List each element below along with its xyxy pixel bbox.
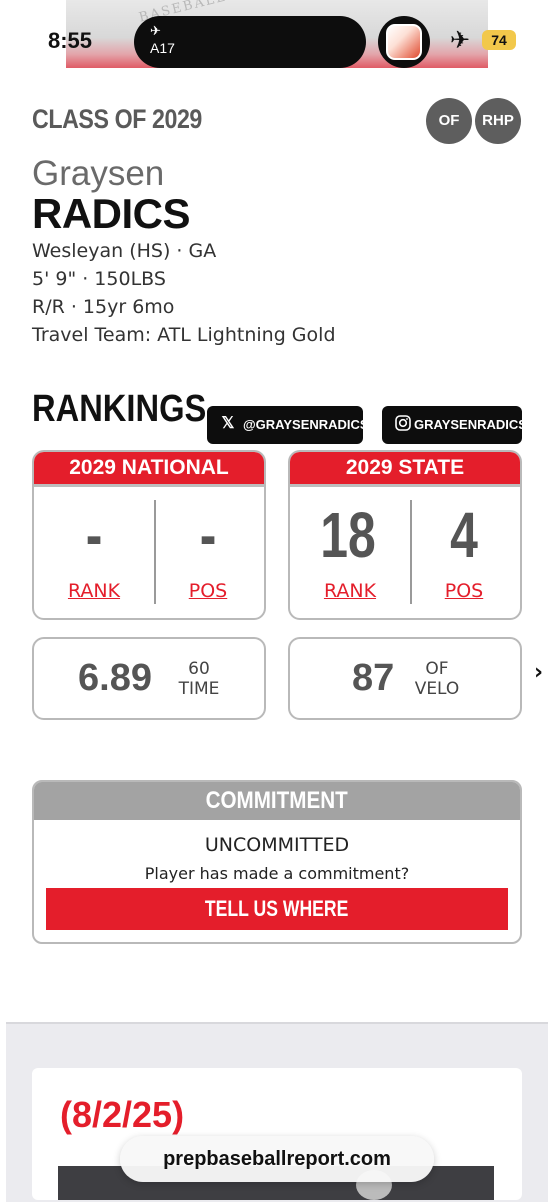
player-bats-throws-age: R/R · 15yr 6mo [32, 296, 175, 318]
rankings-title: RANKINGS [32, 388, 207, 430]
instagram-social-button[interactable]: GRAYSENRADICS [382, 406, 527, 444]
national-pos-value: - [199, 499, 217, 571]
stat-value-60-time: 6.89 [78, 657, 152, 699]
chevron-right-icon[interactable]: › [534, 660, 543, 685]
national-rank-link[interactable]: RANK [36, 580, 152, 602]
stat-label-of-velo: OF VELO [402, 659, 472, 699]
national-ranking-title: 2029 NATIONAL [34, 452, 264, 487]
player-school: Wesleyan (HS) · GA [32, 240, 217, 262]
class-of-label: CLASS OF 2029 [32, 104, 202, 134]
position-badge-of: OF [426, 98, 472, 144]
battery-indicator: 74 [482, 30, 516, 50]
state-pos-value: 4 [450, 499, 478, 571]
stat-label-line2: VELO [414, 679, 460, 699]
airplane-mode-icon: ✈ [450, 26, 471, 54]
state-rank-value: 18 [320, 499, 376, 571]
x-social-button[interactable]: 𝕏 @GRAYSENRADICS [207, 406, 369, 444]
flight-label: A17 [150, 40, 175, 56]
commitment-title-text: COMMITMENT [205, 787, 349, 814]
flight-icon: ✈ [150, 24, 161, 39]
state-pos-link[interactable]: POS [406, 580, 520, 602]
x-logo-icon: 𝕏 [221, 415, 235, 432]
tell-us-where-button[interactable]: TELL US WHERE [46, 888, 508, 930]
commitment-card: COMMITMENT UNCOMMITTED Player has made a… [32, 780, 522, 944]
national-ranking-card: 2029 NATIONAL - - RANK POS [32, 450, 266, 620]
commitment-status: UNCOMMITTED [204, 834, 350, 856]
state-rank-link[interactable]: RANK [292, 580, 408, 602]
x-handle: @GRAYSENRADICS [243, 417, 369, 432]
news-date: (8/2/25) [60, 1094, 185, 1135]
commitment-title: COMMITMENT [34, 782, 520, 820]
app-icon [386, 24, 422, 60]
live-activity[interactable] [378, 16, 430, 68]
dynamic-island[interactable]: ✈ A17 [134, 16, 366, 68]
player-size: 5' 9" · 150LBS [32, 268, 166, 290]
instagram-handle: GRAYSENRADICS [414, 417, 527, 432]
stat-card-60-time: 6.89 60 TIME [32, 637, 266, 720]
stat-label-line2: TIME [178, 679, 220, 699]
browser-url-bar[interactable]: prepbaseballreport.com [120, 1136, 434, 1182]
player-first-name: Graysen [32, 154, 165, 193]
commitment-question: Player has made a commitment? [144, 864, 410, 883]
player-travel-team: Travel Team: ATL Lightning Gold [32, 324, 336, 346]
player-last-name: RADICS [32, 190, 191, 237]
status-time: 8:55 [48, 28, 93, 53]
stat-label-line1: OF [425, 659, 449, 679]
stat-card-of-velo: 87 OF VELO [288, 637, 522, 720]
state-ranking-title: 2029 STATE [290, 452, 520, 487]
status-bar: BASEBALL 8:55 ✈ A17 ✈ 74 [0, 0, 554, 72]
position-badge-rhp: RHP [475, 98, 521, 144]
stat-value-of-velo: 87 [352, 657, 395, 699]
tell-us-where-label: TELL US WHERE [205, 896, 349, 921]
state-ranking-card: 2029 STATE 18 4 RANK POS [288, 450, 522, 620]
national-pos-link[interactable]: POS [150, 580, 264, 602]
stat-label-line1: 60 [188, 659, 210, 679]
instagram-icon [394, 415, 412, 433]
national-rank-value: - [85, 499, 103, 571]
stat-label-60-time: 60 TIME [164, 659, 234, 699]
